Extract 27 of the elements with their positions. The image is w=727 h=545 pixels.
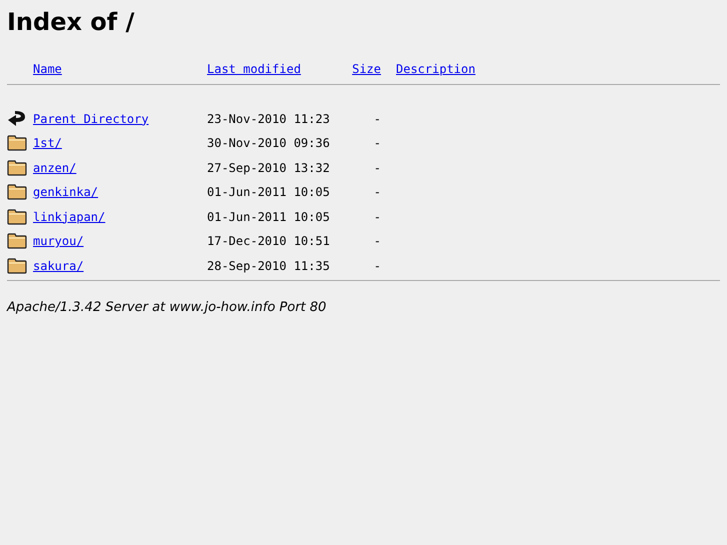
file-link[interactable]: linkjapan/ [33, 210, 106, 224]
column-header-link[interactable]: Name [33, 62, 62, 76]
file-link[interactable]: 1st/ [33, 136, 62, 150]
date-cell-text: 17-Dec-2010 10:51 [207, 234, 331, 248]
size-cell: - [374, 160, 381, 174]
size-cell: - [374, 136, 381, 150]
file-link[interactable]: genkinka/ [33, 185, 98, 199]
date-cell-text: 27-Sep-2010 13:32 [207, 160, 331, 174]
file-link[interactable]: muryou/ [33, 234, 84, 248]
page-title: Index of / [7, 7, 134, 37]
size-cell: - [374, 258, 381, 272]
file-link[interactable]: Parent Directory [33, 112, 149, 126]
date-cell-text: 30-Nov-2010 09:36 [207, 136, 331, 150]
date-cell-text: 01-Jun-2011 10:05 [207, 210, 331, 224]
date-cell-text: 23-Nov-2010 11:23 [207, 112, 331, 126]
size-cell: - [374, 210, 381, 224]
date-cell-text: 01-Jun-2011 10:05 [207, 185, 331, 199]
size-cell: - [374, 185, 381, 199]
server-footer: Apache/1.3.42 Server at www.jo-how.info Port 80 [7, 300, 326, 314]
column-header-link[interactable]: Last modified [207, 62, 301, 76]
date-cell-text: 28-Sep-2010 11:35 [207, 258, 331, 272]
size-cell: - [374, 234, 381, 248]
column-header-link[interactable]: Size [352, 62, 381, 76]
file-link[interactable]: sakura/ [33, 258, 84, 272]
column-header-link[interactable]: Description [396, 62, 476, 76]
file-link[interactable]: anzen/ [33, 160, 76, 174]
size-cell: - [374, 112, 381, 126]
